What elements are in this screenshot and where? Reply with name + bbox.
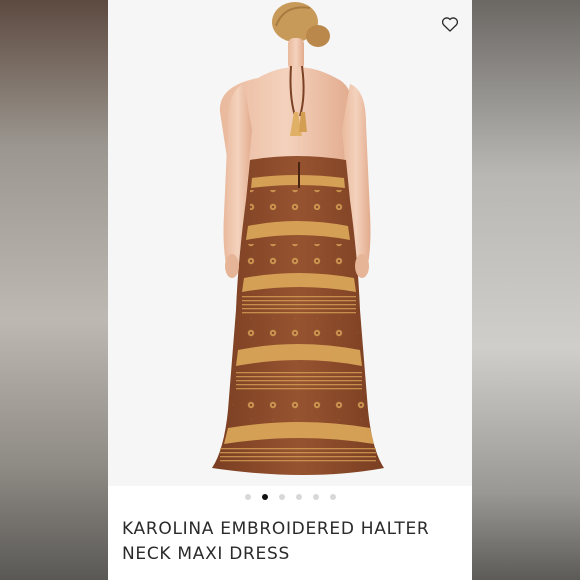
carousel-dot[interactable] bbox=[329, 494, 336, 500]
carousel-dot-active[interactable] bbox=[261, 494, 268, 500]
product-card: KAROLINA EMBROIDERED HALTER NECK MAXI DR… bbox=[108, 0, 472, 580]
screenshot-frame: KAROLINA EMBROIDERED HALTER NECK MAXI DR… bbox=[0, 0, 580, 580]
product-title-line-2: NECK MAXI DRESS bbox=[122, 544, 290, 564]
product-image[interactable] bbox=[108, 0, 472, 486]
carousel-dot[interactable] bbox=[295, 494, 302, 500]
carousel-dot[interactable] bbox=[244, 494, 251, 500]
dress-illustration bbox=[212, 2, 384, 475]
carousel-dot[interactable] bbox=[278, 494, 285, 500]
blurred-background-right bbox=[472, 0, 580, 580]
blurred-background-left bbox=[0, 0, 108, 580]
product-caption: KAROLINA EMBROIDERED HALTER NECK MAXI DR… bbox=[108, 486, 472, 580]
product-title: KAROLINA EMBROIDERED HALTER NECK MAXI DR… bbox=[122, 517, 462, 567]
carousel-indicators bbox=[108, 494, 472, 500]
heart-icon[interactable] bbox=[440, 14, 460, 34]
product-title-line-1: KAROLINA EMBROIDERED HALTER bbox=[122, 519, 430, 539]
carousel-dot[interactable] bbox=[312, 494, 319, 500]
